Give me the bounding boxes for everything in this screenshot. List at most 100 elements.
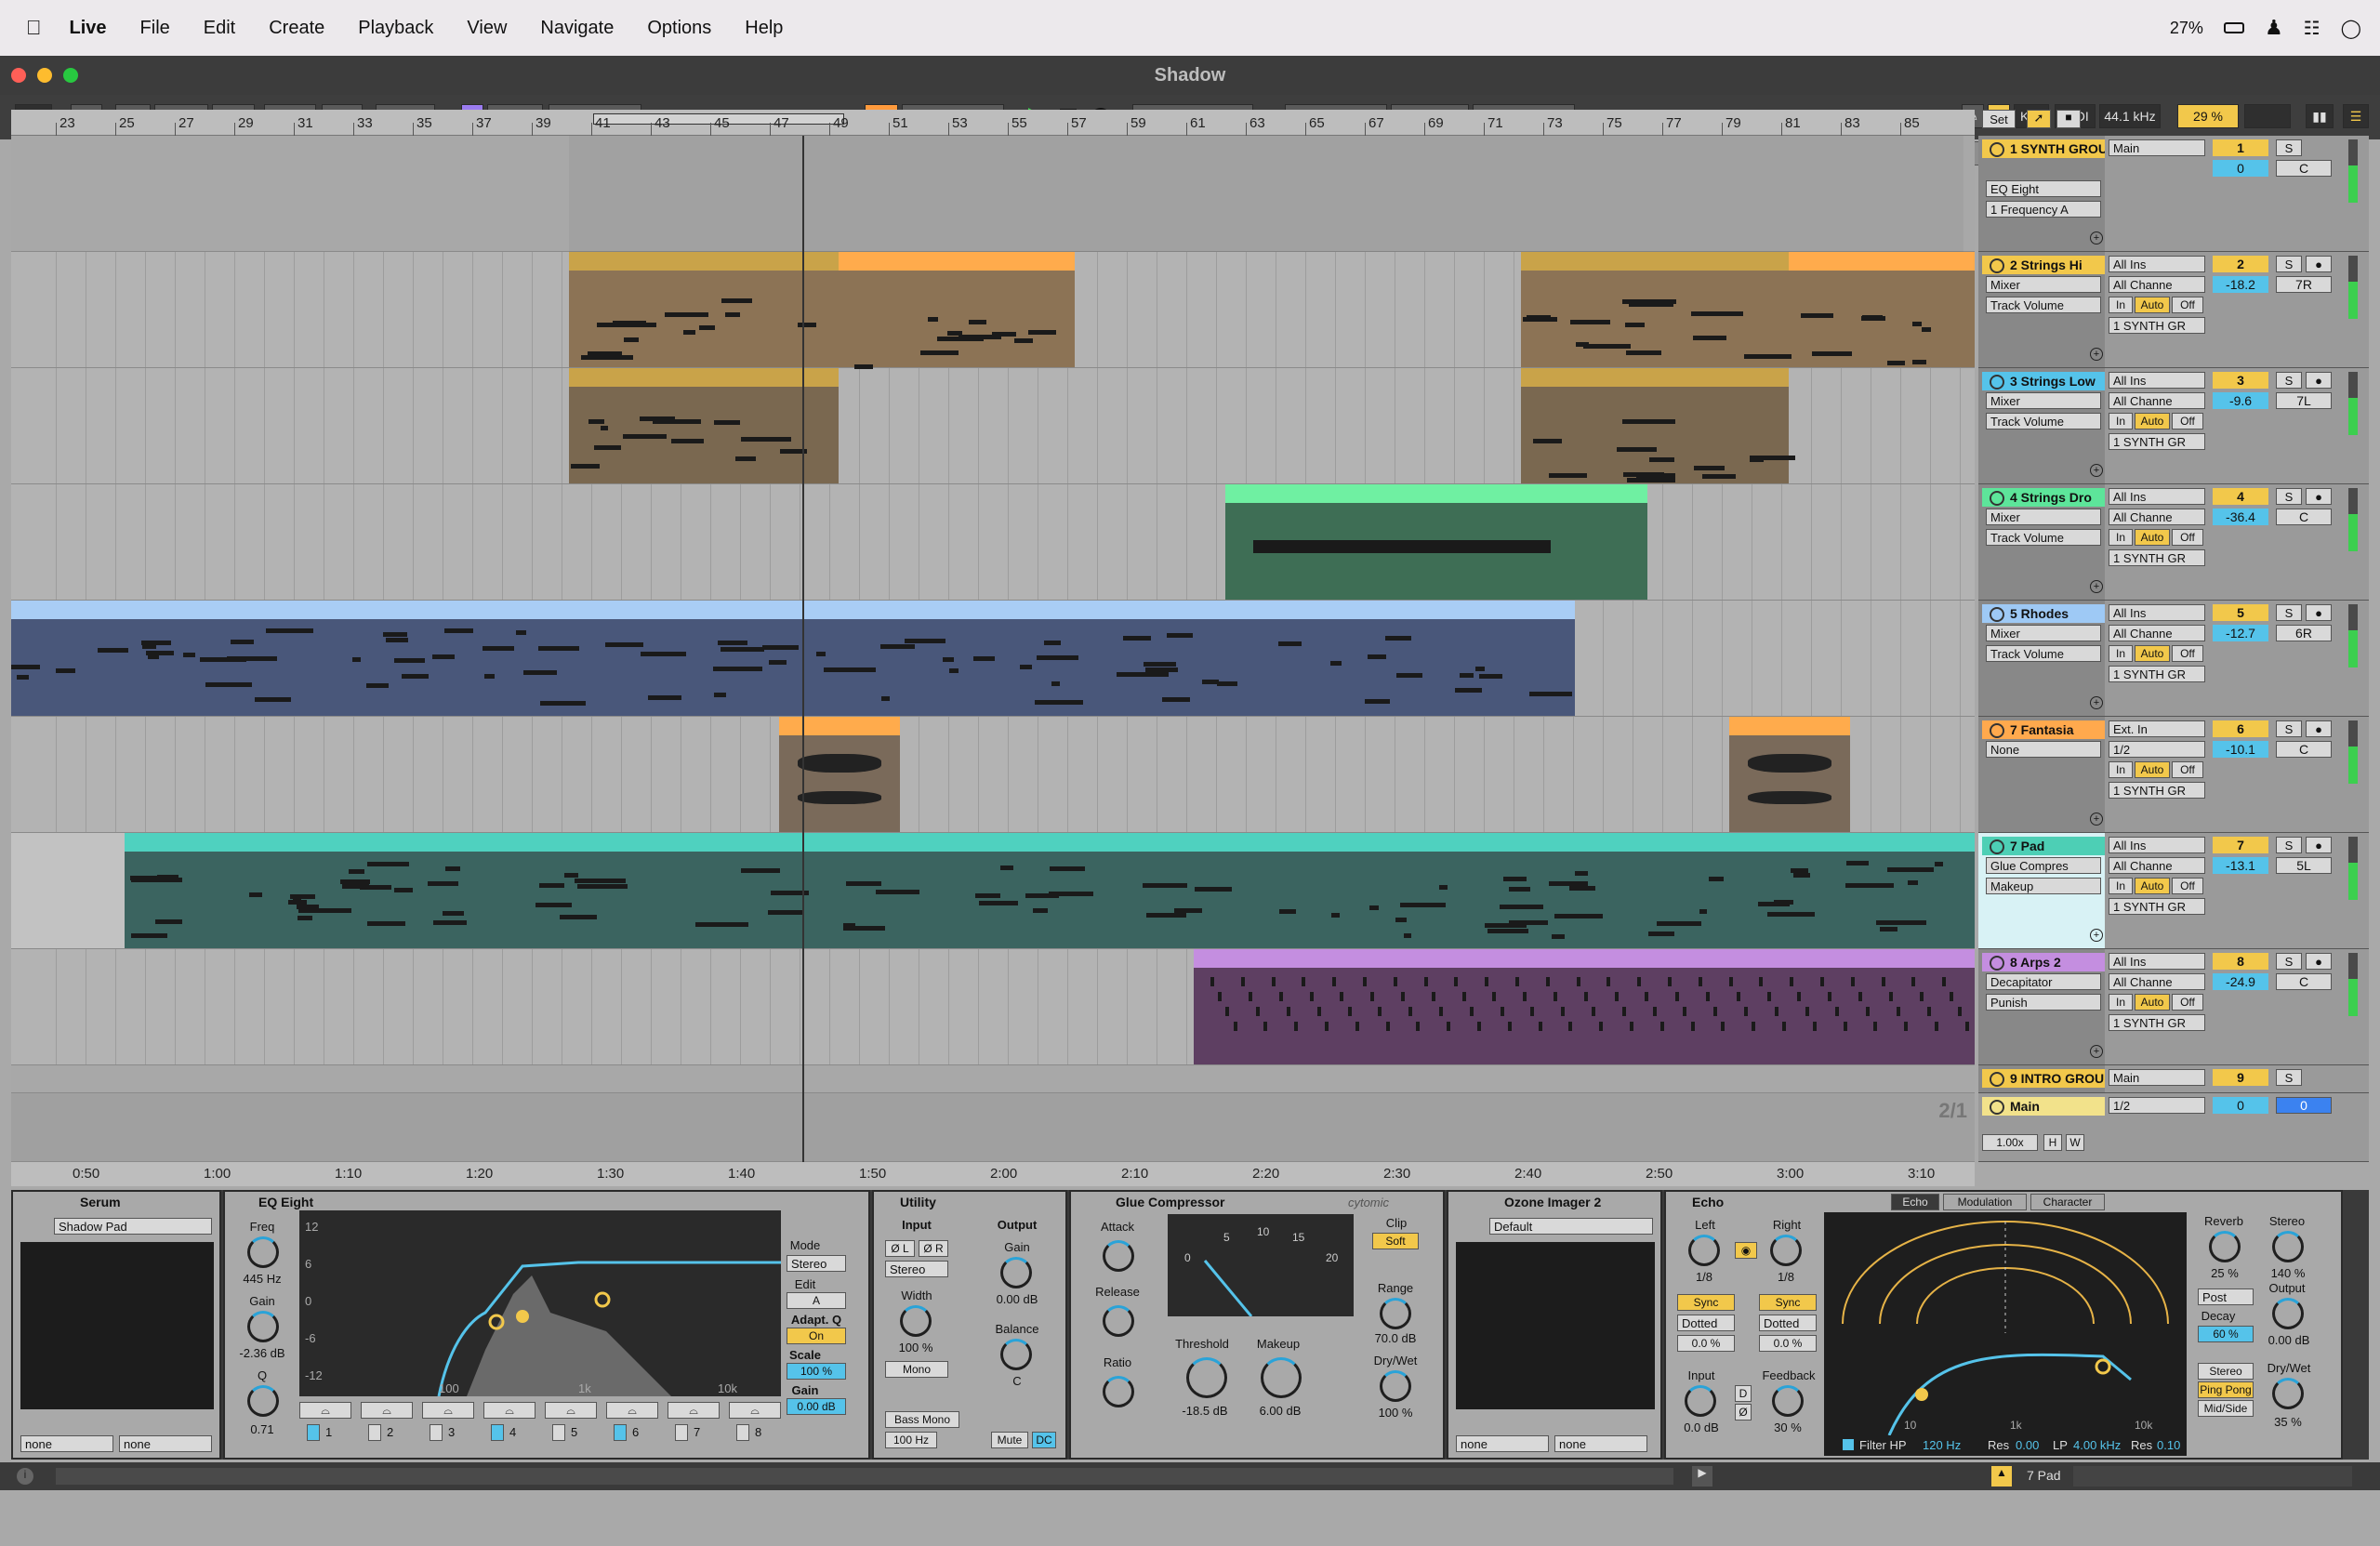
output-routing[interactable]: Main xyxy=(2109,139,2205,156)
bass-mono-button[interactable]: Bass Mono xyxy=(885,1411,959,1428)
fold-icon[interactable] xyxy=(1990,491,2004,506)
reverb-position-dropdown[interactable]: Post xyxy=(2198,1288,2254,1305)
band-toggle[interactable] xyxy=(307,1424,320,1441)
macro-b[interactable]: none xyxy=(119,1435,212,1452)
add-lane-icon[interactable]: + xyxy=(2090,464,2103,477)
hp-filter-dot[interactable] xyxy=(1915,1388,1928,1401)
arm-icon[interactable]: ● xyxy=(2306,604,2332,621)
mono-button[interactable]: Mono xyxy=(885,1361,948,1378)
lane-arps[interactable] xyxy=(11,949,1975,1065)
track-pan[interactable]: C xyxy=(2276,741,2332,758)
solo-button[interactable]: S xyxy=(2276,837,2302,853)
preset-name[interactable]: Shadow Pad xyxy=(54,1218,212,1235)
automation-device[interactable]: Mixer xyxy=(1986,392,2101,409)
track-header[interactable]: 7 Fantasia Ext. In 1/2 In Auto Off 1 SYNTH GR N… xyxy=(1978,717,2369,833)
band-filter-type[interactable]: ⌓ xyxy=(299,1402,351,1419)
soft-clip-toggle[interactable]: Soft xyxy=(1372,1233,1419,1249)
zoom-window-icon[interactable] xyxy=(63,68,78,83)
automation-parameter[interactable]: Track Volume xyxy=(1986,645,2101,662)
q-knob[interactable] xyxy=(247,1385,279,1417)
track-pan[interactable]: 7R xyxy=(2276,276,2332,293)
track-header[interactable]: 1 SYNTH GROU Main EQ Eight 1 Frequency A1S0… xyxy=(1978,136,2369,252)
solo-button[interactable]: S xyxy=(2276,488,2302,505)
battery-icon[interactable] xyxy=(2223,22,2244,33)
track-header[interactable]: 2 Strings Hi All Ins All Channe In Auto Off 1 … xyxy=(1978,252,2369,368)
lane-main[interactable]: 2/1 xyxy=(11,1093,1975,1162)
solo-button[interactable]: S xyxy=(2276,604,2302,621)
macro-a[interactable]: none xyxy=(1456,1435,1549,1452)
automation-device[interactable]: Mixer xyxy=(1986,625,2101,641)
fold-icon[interactable] xyxy=(1990,723,2004,738)
right-offset[interactable]: 0.0 % xyxy=(1759,1335,1817,1352)
solo-button[interactable]: S xyxy=(2276,953,2302,970)
gain-knob[interactable] xyxy=(1000,1257,1032,1288)
lock-icon[interactable]: ■ xyxy=(2056,110,2081,128)
set-button[interactable]: Set xyxy=(1982,110,2016,128)
ping-pong-button[interactable]: Ping Pong xyxy=(2198,1381,2254,1398)
automation-parameter[interactable]: Track Volume xyxy=(1986,413,2101,429)
monitor-auto-button[interactable]: Auto xyxy=(2135,413,2170,429)
track-pan[interactable]: 6R xyxy=(2276,625,2332,641)
input-channel[interactable]: 1/2 xyxy=(2109,741,2205,758)
menu-navigate[interactable]: Navigate xyxy=(540,18,614,39)
monitor-in-button[interactable]: In xyxy=(2109,645,2133,662)
fold-icon[interactable] xyxy=(1990,1072,2004,1087)
input-type[interactable]: All Ins xyxy=(2109,256,2205,272)
bass-mono-freq[interactable]: 100 Hz xyxy=(885,1432,937,1448)
drywet-knob[interactable] xyxy=(1380,1370,1411,1402)
output-routing[interactable]: 1 SYNTH GR xyxy=(2109,898,2205,915)
menu-help[interactable]: Help xyxy=(745,18,783,39)
res-value-1[interactable]: 0.00 xyxy=(2016,1438,2039,1452)
phase-right-button[interactable]: Ø R xyxy=(919,1240,948,1257)
monitor-in-button[interactable]: In xyxy=(2109,761,2133,778)
arm-icon[interactable]: ● xyxy=(2306,256,2332,272)
fold-icon[interactable] xyxy=(1990,375,2004,390)
band-4-dot[interactable] xyxy=(516,1310,529,1323)
automation-device[interactable]: Glue Compres xyxy=(1986,857,2101,874)
monitor-auto-button[interactable]: Auto xyxy=(2135,529,2170,546)
band-filter-type[interactable]: ⌓ xyxy=(729,1402,781,1419)
main-pan[interactable]: 0 xyxy=(2276,1097,2332,1114)
monitor-off-button[interactable]: Off xyxy=(2172,413,2203,429)
clip-fantasia-2[interactable] xyxy=(1729,717,1850,832)
band-filter-type[interactable]: ⌓ xyxy=(483,1402,536,1419)
track-volume[interactable]: -12.7 xyxy=(2213,625,2268,641)
input-type[interactable]: All Ins xyxy=(2109,953,2205,970)
device-eq-eight[interactable]: EQ Eight Freq 445 Hz Gain -2.36 dB Q 0.7… xyxy=(223,1190,870,1460)
channel-mode-dropdown[interactable]: Stereo xyxy=(885,1261,948,1277)
phase-left-button[interactable]: Ø L xyxy=(885,1240,915,1257)
tab-echo[interactable]: Echo xyxy=(1891,1194,1939,1210)
menu-playback[interactable]: Playback xyxy=(358,18,433,39)
echo-display[interactable]: 10 1k 10k xyxy=(1824,1212,2187,1436)
fold-icon[interactable] xyxy=(1990,839,2004,854)
automation-parameter[interactable]: Track Volume xyxy=(1986,297,2101,313)
arm-icon[interactable]: ● xyxy=(2306,953,2332,970)
edit-button[interactable]: A xyxy=(787,1292,846,1309)
balance-knob[interactable] xyxy=(1000,1339,1032,1370)
band-filter-type[interactable]: ⌓ xyxy=(422,1402,474,1419)
monitor-in-button[interactable]: In xyxy=(2109,529,2133,546)
track-activator[interactable]: 4 xyxy=(2213,488,2268,505)
track-pan[interactable]: 5L xyxy=(2276,857,2332,874)
output-routing[interactable]: 1 SYNTH GR xyxy=(2109,433,2205,450)
input-knob[interactable] xyxy=(1685,1385,1716,1417)
output-routing[interactable]: 1 SYNTH GR xyxy=(2109,1014,2205,1031)
input-type[interactable]: All Ins xyxy=(2109,604,2205,621)
main-volume[interactable]: 0 xyxy=(2213,1097,2268,1114)
solo-button[interactable]: S xyxy=(2276,256,2302,272)
stereo-mode-button[interactable]: Stereo xyxy=(2198,1363,2254,1380)
arrangement-view[interactable]: 2/1 xyxy=(11,136,1975,1162)
reverb-knob[interactable] xyxy=(2209,1231,2241,1262)
band-toggle[interactable] xyxy=(368,1424,381,1441)
track-activator[interactable]: 7 xyxy=(2213,837,2268,853)
macro-b[interactable]: none xyxy=(1554,1435,1647,1452)
automation-device[interactable]: EQ Eight xyxy=(1986,180,2101,197)
solo-button[interactable]: S xyxy=(2276,139,2302,156)
lane-strings-hi[interactable] xyxy=(11,252,1975,368)
monitor-in-button[interactable]: In xyxy=(2109,878,2133,894)
right-time-knob[interactable] xyxy=(1770,1235,1802,1266)
track-header[interactable]: 3 Strings Low All Ins All Channe In Auto Off 1… xyxy=(1978,368,2369,484)
threshold-knob[interactable] xyxy=(1186,1357,1227,1398)
drywet-knob[interactable] xyxy=(2272,1378,2304,1409)
clip-fantasia-1[interactable] xyxy=(779,717,900,832)
